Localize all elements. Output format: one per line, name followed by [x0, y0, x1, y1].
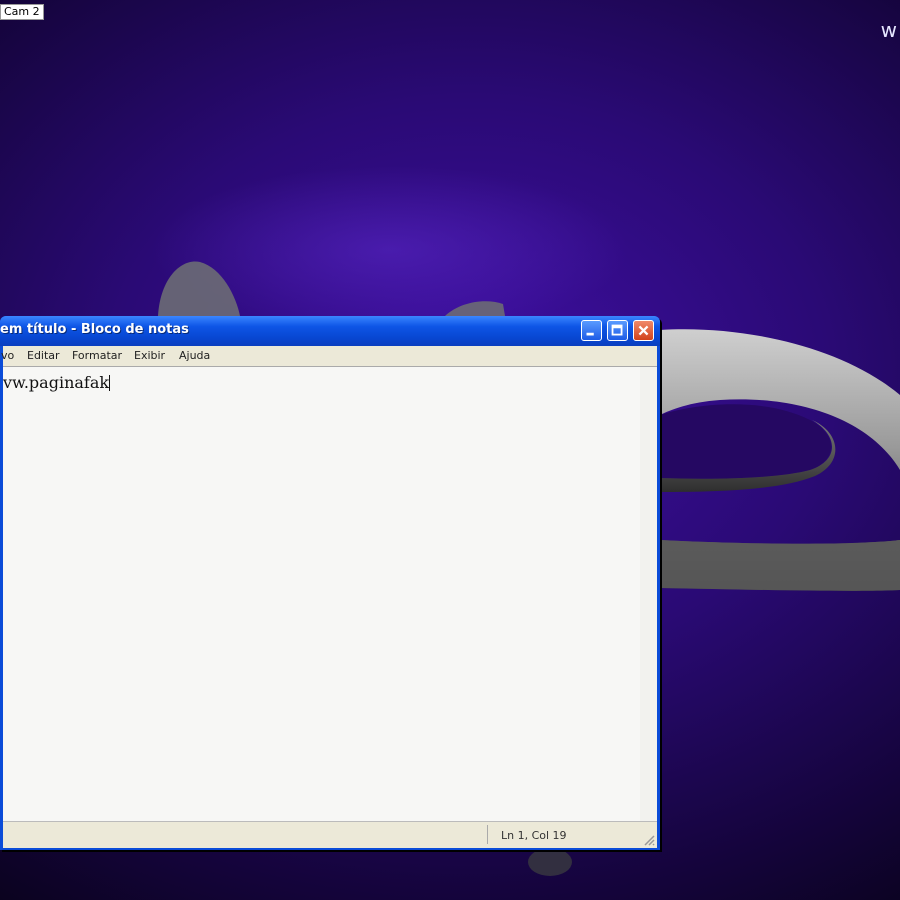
maximize-icon — [611, 324, 623, 336]
close-button[interactable] — [633, 320, 654, 341]
notepad-window[interactable]: em título - Bloco de notas vo Editar For… — [0, 316, 660, 850]
window-title: em título - Bloco de notas — [0, 322, 189, 337]
status-divider — [487, 825, 488, 844]
menu-formatar[interactable]: Formatar — [72, 349, 122, 362]
menu-arquivo[interactable]: vo — [1, 349, 14, 362]
window-titlebar[interactable]: em título - Bloco de notas — [0, 316, 660, 346]
camera-label: Cam 2 — [0, 4, 44, 20]
close-icon — [638, 325, 649, 336]
minimize-button[interactable] — [581, 320, 602, 341]
text-editor-area[interactable]: vw.paginafak — [3, 366, 657, 822]
maximize-button[interactable] — [607, 320, 628, 341]
status-bar: Ln 1, Col 19 — [3, 821, 657, 848]
text-caret — [109, 375, 111, 391]
menu-ajuda[interactable]: Ajuda — [179, 349, 210, 362]
editor-content[interactable]: vw.paginafak — [3, 373, 111, 392]
cursor-position: Ln 1, Col 19 — [501, 829, 567, 842]
menu-editar[interactable]: Editar — [27, 349, 60, 362]
corner-logo: w — [880, 18, 897, 42]
menu-bar: vo Editar Formatar Exibir Ajuda — [1, 346, 657, 366]
minimize-icon — [586, 332, 594, 336]
resize-grip-icon[interactable] — [643, 834, 655, 846]
menu-exibir[interactable]: Exibir — [134, 349, 165, 362]
vertical-scrollbar[interactable] — [640, 367, 657, 822]
